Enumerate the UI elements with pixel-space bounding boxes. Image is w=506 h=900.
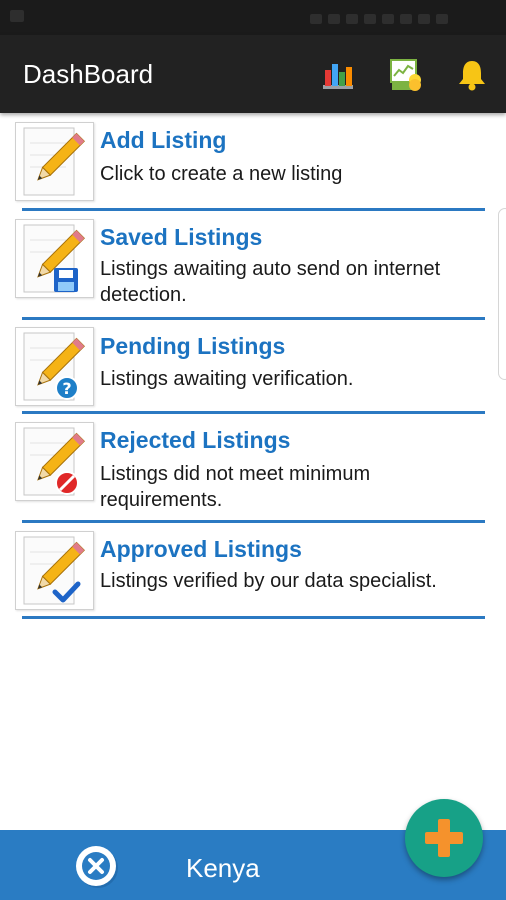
- item-description: Listings verified by our data specialist…: [100, 570, 437, 592]
- status-icons: [304, 11, 494, 24]
- country-label: Kenya: [186, 853, 260, 883]
- svg-text:?: ?: [62, 379, 71, 398]
- plus-icon: [425, 819, 463, 857]
- notification-icon: [10, 10, 24, 22]
- item-title: Add Listing: [100, 127, 227, 153]
- item-description: Listings did not meet minimum requiremen…: [100, 463, 371, 511]
- pencil-check-icon: [15, 531, 94, 610]
- add-fab-button[interactable]: [405, 799, 483, 877]
- item-title: Rejected Listings: [100, 427, 291, 453]
- app-bar: DashBoard: [0, 35, 506, 113]
- divider: [22, 616, 485, 619]
- list-item-add-listing[interactable]: Add Listing Click to create a new listin…: [0, 113, 506, 211]
- close-icon[interactable]: [75, 843, 121, 889]
- list-item-pending-listings[interactable]: ? Pending Listings Listings awaiting ver…: [0, 319, 506, 415]
- item-title: Approved Listings: [100, 536, 302, 562]
- item-description: Listings awaiting verification.: [100, 368, 354, 390]
- app-title: DashBoard: [23, 59, 154, 89]
- status-bar: [0, 0, 506, 35]
- pencil-save-icon: [15, 219, 94, 298]
- report-icon[interactable]: [388, 58, 422, 92]
- bell-icon[interactable]: [455, 58, 489, 92]
- list-item-saved-listings[interactable]: Saved Listings Listings awaiting auto se…: [0, 211, 506, 319]
- item-title: Saved Listings: [100, 224, 263, 250]
- list-item-rejected-listings[interactable]: Rejected Listings Listings did not meet …: [0, 414, 506, 522]
- item-description: Click to create a new listing: [100, 163, 343, 185]
- side-drawer-handle[interactable]: [498, 208, 506, 380]
- pencil-icon: [15, 122, 94, 201]
- bar-chart-icon[interactable]: [321, 58, 355, 92]
- list-item-approved-listings[interactable]: Approved Listings Listings verified by o…: [0, 523, 506, 619]
- item-description: Listings awaiting auto send on internet …: [100, 258, 441, 306]
- pencil-rejected-icon: [15, 422, 94, 501]
- pencil-question-icon: ?: [15, 327, 94, 406]
- item-title: Pending Listings: [100, 333, 286, 359]
